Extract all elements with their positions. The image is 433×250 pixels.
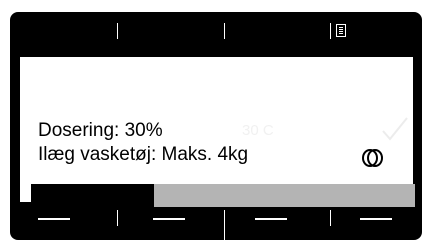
menu-list-icon[interactable] xyxy=(336,24,346,37)
dosing-text: Dosering: 30% xyxy=(38,120,163,141)
temperature-ghost-text: 30 C xyxy=(242,122,274,139)
top-divider xyxy=(117,23,118,39)
top-divider xyxy=(224,23,225,39)
bottom-divider xyxy=(224,210,225,240)
drum-icon xyxy=(362,149,383,167)
display-screen: 30 C Dosering: 30% Ilæg vasketøj: Maks. … xyxy=(20,57,415,207)
bottom-soft-key-bar xyxy=(10,202,422,240)
bottom-divider xyxy=(330,210,331,226)
soft-key-2[interactable] xyxy=(153,218,185,220)
soft-key-4[interactable] xyxy=(360,218,392,220)
soft-key-3[interactable] xyxy=(255,218,287,220)
control-panel: 30 C Dosering: 30% Ilæg vasketøj: Maks. … xyxy=(10,12,422,240)
bottom-divider xyxy=(117,210,118,226)
top-divider xyxy=(330,23,331,39)
load-text: Ilæg vasketøj: Maks. 4kg xyxy=(38,144,249,165)
soft-key-1[interactable] xyxy=(38,218,70,220)
top-soft-key-bar xyxy=(10,12,422,50)
check-icon[interactable] xyxy=(380,115,410,143)
